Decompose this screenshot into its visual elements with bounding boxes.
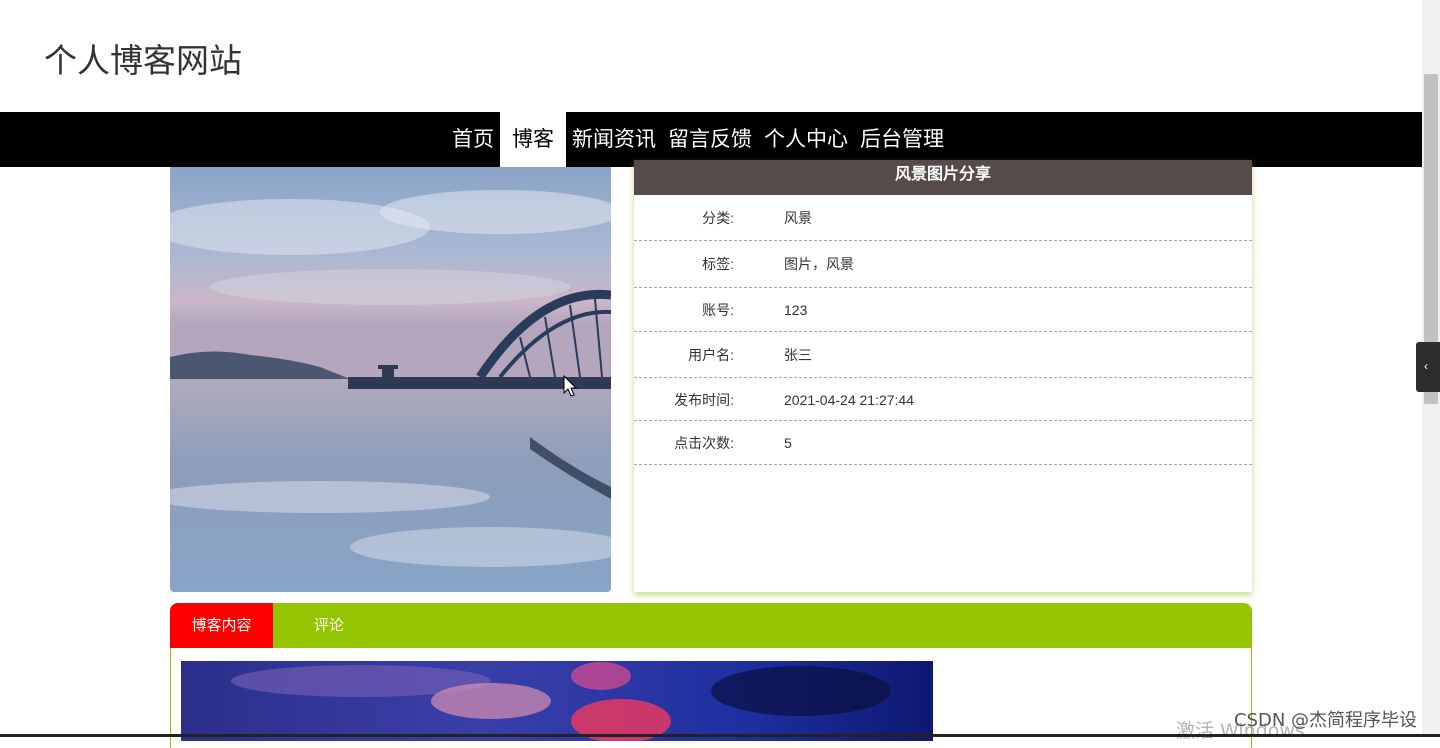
info-value: 5	[784, 435, 792, 451]
tab-blog-content[interactable]: 博客内容	[170, 603, 273, 648]
post-info-card: 风景图片分享 分类: 风景 标签: 图片，风景 账号: 123 用户名: 张三 …	[634, 160, 1252, 592]
info-value: 图片，风景	[784, 256, 854, 272]
info-label: 用户名:	[688, 347, 734, 363]
info-row-username: 用户名: 张三	[634, 332, 1252, 378]
info-label: 标签:	[702, 256, 734, 272]
nav-item-home[interactable]: 首页	[446, 112, 500, 167]
info-value: 2021-04-24 21:27:44	[784, 392, 914, 408]
info-label: 账号:	[702, 302, 734, 318]
mouse-cursor-icon	[563, 375, 578, 397]
info-row-account: 账号: 123	[634, 288, 1252, 332]
info-row-publish-time: 发布时间: 2021-04-24 21:27:44	[634, 378, 1252, 421]
info-value: 张三	[784, 347, 812, 363]
info-row-tags: 标签: 图片，风景	[634, 241, 1252, 288]
info-label: 分类:	[702, 210, 734, 226]
info-row-category: 分类: 风景	[634, 195, 1252, 241]
nav-item-feedback[interactable]: 留言反馈	[662, 112, 758, 167]
nav-item-news[interactable]: 新闻资讯	[566, 112, 662, 167]
info-label: 点击次数:	[674, 435, 734, 451]
main-nav: 首页 博客 新闻资讯 留言反馈 个人中心 后台管理	[0, 112, 1422, 167]
info-row-click-count: 点击次数: 5	[634, 421, 1252, 465]
post-title: 风景图片分享	[634, 160, 1252, 195]
info-label: 发布时间:	[674, 392, 734, 408]
tab-comments[interactable]: 评论	[273, 603, 385, 648]
info-value: 风景	[784, 210, 812, 226]
post-cover-image	[170, 167, 611, 592]
content-tabs: 博客内容 评论	[170, 603, 1252, 648]
blog-content-image	[181, 661, 933, 741]
info-value: 123	[784, 302, 808, 318]
csdn-watermark: CSDN @杰简程序毕设	[1234, 710, 1418, 731]
nav-item-blog[interactable]: 博客	[500, 112, 566, 167]
nav-item-profile[interactable]: 个人中心	[758, 112, 854, 167]
site-title: 个人博客网站	[44, 41, 242, 80]
site-header: 个人博客网站	[0, 0, 1422, 112]
nav-item-admin[interactable]: 后台管理	[854, 112, 950, 167]
side-panel-toggle[interactable]: ‹	[1416, 342, 1440, 392]
chevron-left-icon: ‹	[1424, 359, 1428, 373]
